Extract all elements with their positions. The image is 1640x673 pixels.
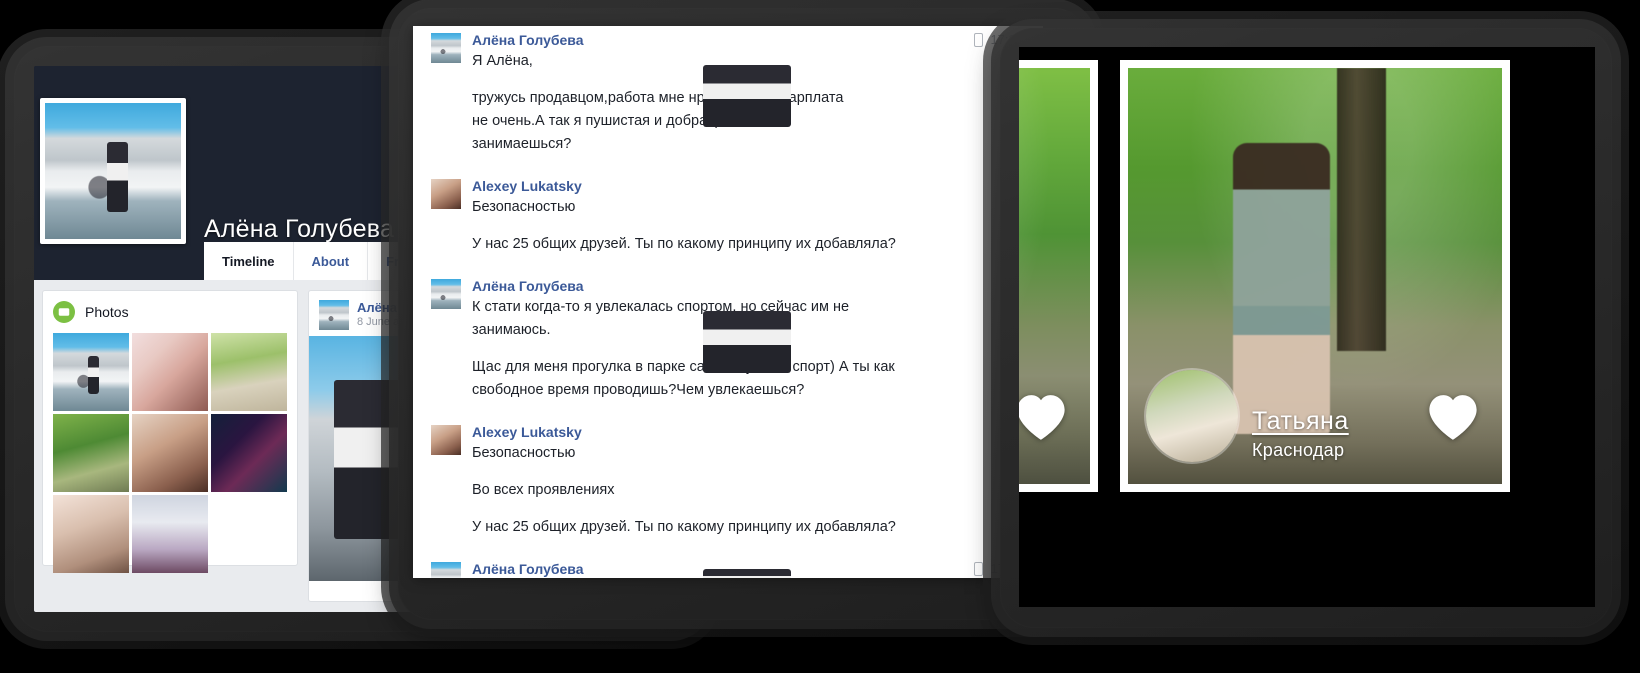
thumb-image xyxy=(211,414,287,492)
photo-tree xyxy=(1337,68,1387,351)
avatar-image xyxy=(431,425,461,455)
message-avatar[interactable] xyxy=(431,33,461,63)
avatar-image xyxy=(431,33,461,63)
post-avatar-image xyxy=(319,300,349,330)
card-name[interactable]: Татьяна xyxy=(1252,405,1349,437)
bride-avatar[interactable] xyxy=(1144,368,1240,464)
photo-subject xyxy=(1232,142,1330,435)
message-avatar[interactable] xyxy=(431,279,461,309)
avatar-image xyxy=(431,179,461,209)
thumb-image xyxy=(53,333,129,411)
avatar-image xyxy=(431,279,461,309)
photos-card: Photos xyxy=(42,290,298,573)
thumb-image xyxy=(211,333,287,411)
photo-thumb[interactable] xyxy=(53,414,129,492)
dating-cards-screen: Василина 21 years old, Могилёв xyxy=(1019,47,1595,607)
tab-about[interactable]: About xyxy=(293,242,369,280)
dating-card[interactable]: Татьяна Краснодар xyxy=(1120,60,1510,492)
screenshot-stage: Алёна Голубева Timeline About Friends 25… xyxy=(0,0,1640,673)
chat-message: Алёна Голубева Я Алёна, тружусь продавцо… xyxy=(413,26,1043,156)
photo-thumb[interactable] xyxy=(132,414,208,492)
message-line: Безопасностью xyxy=(472,445,576,461)
message-line: занимаешься? xyxy=(472,136,572,152)
profile-name: Алёна Голубева xyxy=(204,215,395,243)
card-city: Краснодар xyxy=(1252,440,1345,460)
thumb-image xyxy=(53,495,129,573)
message-line: У нас 25 общих друзей. Ты по какому прин… xyxy=(472,236,896,252)
message-author[interactable]: Alexey Lukatsky xyxy=(472,176,1025,196)
photo-thumb[interactable] xyxy=(211,414,287,492)
photo-icon xyxy=(53,301,75,323)
tab-timeline-label: Timeline xyxy=(222,253,275,269)
chat-conversation-screen: Алёна Голубева Я Алёна, тружусь продавцо… xyxy=(413,26,1043,578)
message-author[interactable]: Алёна Голубева xyxy=(472,30,1025,50)
heart-icon[interactable] xyxy=(1426,392,1480,442)
tab-timeline[interactable]: Timeline xyxy=(204,242,294,280)
avatar-image xyxy=(45,103,181,239)
photo-thumb[interactable] xyxy=(53,495,129,573)
photo-thumb[interactable] xyxy=(211,333,287,411)
tab-about-label: About xyxy=(311,253,350,269)
mobile-icon xyxy=(974,32,984,47)
avatar-image xyxy=(1146,370,1238,462)
avatar-image xyxy=(431,562,461,578)
message-avatar[interactable] xyxy=(431,425,461,455)
thumb-image xyxy=(53,414,129,492)
message-line: Во всех проявлениях xyxy=(472,482,615,498)
post-author-avatar[interactable] xyxy=(319,300,349,330)
chat-message: Алёна Голубева с тобой интересно, 17:50 xyxy=(413,555,1043,578)
photo-thumb[interactable] xyxy=(132,495,208,573)
photos-card-title: Photos xyxy=(85,304,129,320)
photos-grid xyxy=(53,333,287,573)
message-avatar[interactable] xyxy=(431,562,461,578)
card-caption: Татьяна Краснодар xyxy=(1252,405,1349,464)
photo-thumb[interactable] xyxy=(132,333,208,411)
heart-icon[interactable] xyxy=(1019,392,1068,442)
thumb-image xyxy=(132,414,208,492)
chat-message: Алёна Голубева К стати когда-то я увлека… xyxy=(413,272,1043,402)
thumb-image xyxy=(132,495,208,573)
message-avatar[interactable] xyxy=(431,179,461,209)
dating-card[interactable]: Василина 21 years old, Могилёв xyxy=(1019,60,1098,492)
message-line: свободное время проводишь?Чем увлекаешьс… xyxy=(472,382,805,398)
chat-message: Alexey Lukatsky Безопасностью У нас 25 о… xyxy=(413,172,1043,256)
message-author[interactable]: Alexey Lukatsky xyxy=(472,422,1025,442)
message-line: Безопасностью xyxy=(472,199,576,215)
thumb-image xyxy=(132,333,208,411)
profile-avatar[interactable] xyxy=(40,98,186,244)
message-line: У нас 25 общих друзей. Ты по какому прин… xyxy=(472,519,896,535)
chat-message: Alexey Lukatsky Безопасностью Во всех пр… xyxy=(413,418,1043,539)
message-author[interactable]: Алёна Голубева xyxy=(472,276,1025,296)
photo-thumb[interactable] xyxy=(53,333,129,411)
photos-card-header: Photos xyxy=(53,301,287,323)
